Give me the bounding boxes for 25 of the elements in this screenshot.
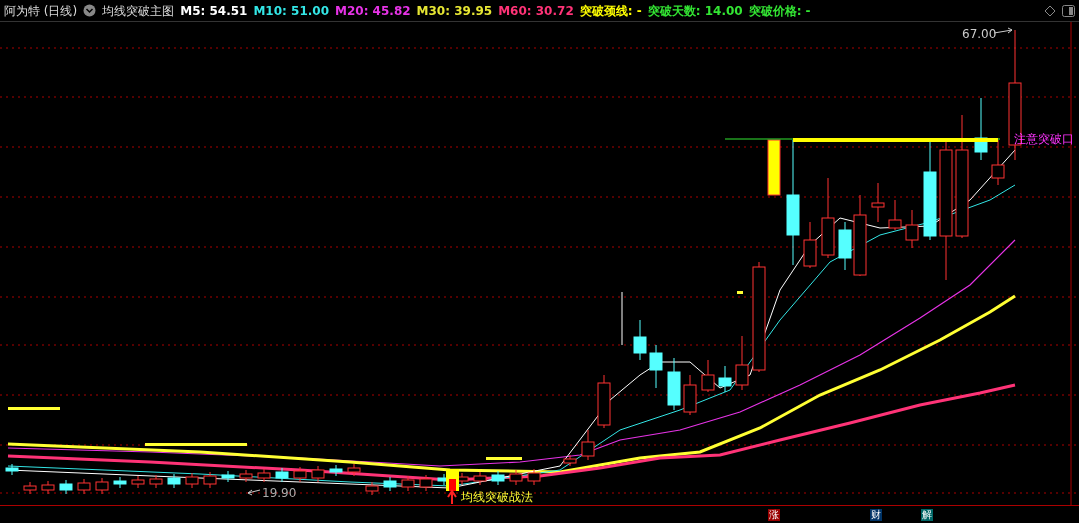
event-marker[interactable]: 涨 — [768, 509, 780, 521]
dropdown-icon[interactable] — [83, 4, 97, 17]
indicator-value: 突破天数: 14.00 — [647, 2, 743, 20]
price-line-marker — [486, 457, 522, 460]
high-price-label: 67.00 — [962, 27, 997, 41]
panel-toggle-icon[interactable] — [1062, 4, 1075, 17]
indicator-value: 突破颈线: - — [579, 2, 642, 20]
stock-title: 阿为特 (日线) — [4, 2, 78, 20]
indicator-value: M10: 51.00 — [253, 2, 329, 20]
breakout-note: 注意突破口 — [1014, 132, 1074, 146]
breakout-candle — [446, 469, 459, 491]
leader-line — [247, 489, 261, 496]
low-price-label: 19.90 — [262, 486, 297, 500]
indicator-name: 均线突破主图 — [102, 2, 175, 20]
event-marker[interactable]: 解 — [921, 509, 933, 521]
indicator-value: 突破价格: - — [748, 2, 811, 20]
indicator-value: M5: 54.51 — [180, 2, 248, 20]
signal-label: 均线突破战法 — [461, 490, 533, 504]
indicator-value: M20: 45.82 — [335, 2, 411, 20]
diamond-icon[interactable] — [1044, 4, 1056, 17]
price-line-marker — [8, 407, 60, 410]
indicator-value: M60: 30.72 — [498, 2, 574, 20]
arrow-icon — [447, 489, 457, 505]
event-marker[interactable]: 财 — [870, 509, 882, 521]
indicator-value: M30: 39.95 — [416, 2, 493, 20]
